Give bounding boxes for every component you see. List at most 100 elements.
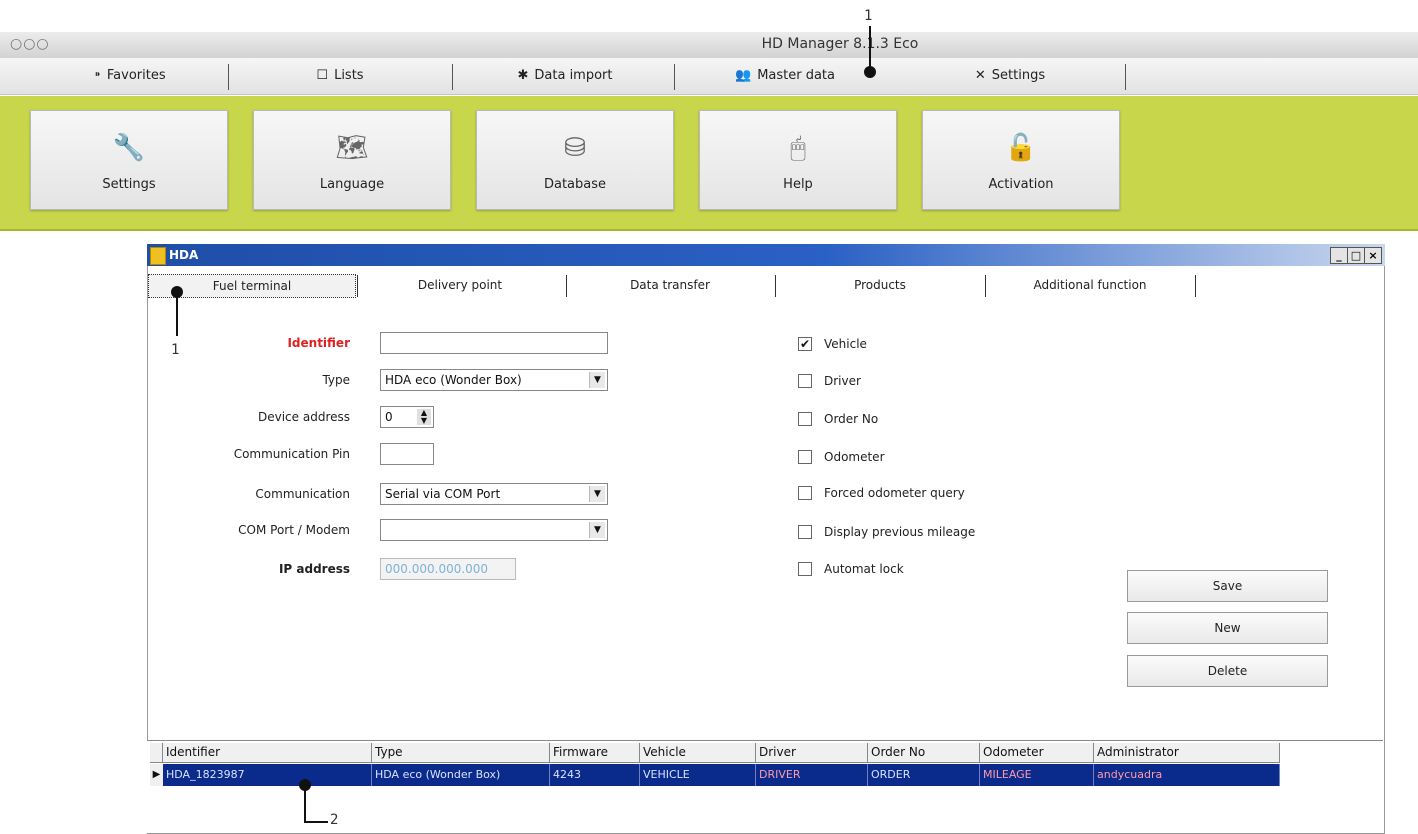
tab-divider xyxy=(566,275,567,297)
type-label: Type xyxy=(322,373,350,387)
forced-odometer-query-label: Forced odometer query xyxy=(824,486,965,500)
callout-number-row: 2 xyxy=(330,812,339,828)
nav-tab-label: Data import xyxy=(534,67,613,83)
odometer-checkbox[interactable] xyxy=(798,450,812,464)
display-previous-mileage-label: Display previous mileage xyxy=(824,525,976,539)
display-previous-mileage-checkbox[interactable] xyxy=(798,525,812,539)
com-port-label: COM Port / Modem xyxy=(238,523,350,537)
table-row-cell-vehicle[interactable]: VEHICLE xyxy=(640,764,756,786)
traffic-light-icons[interactable]: ○○○ xyxy=(10,36,50,52)
forced-odometer-query-checkbox[interactable] xyxy=(798,486,812,500)
column-header-type[interactable]: Type xyxy=(372,743,550,763)
table-row-cell-firmware[interactable]: 4243 xyxy=(550,764,640,786)
chevron-down-icon[interactable]: ▼ xyxy=(589,522,605,538)
hda-title-bar[interactable] xyxy=(147,244,1385,266)
communication-select-value: Serial via COM Port xyxy=(385,487,501,501)
communication-pin-input[interactable] xyxy=(380,443,434,465)
delete-button[interactable]: Delete xyxy=(1127,655,1328,687)
nav-tab-lists[interactable]: ☐ Lists xyxy=(270,62,410,88)
nav-tab-master-data[interactable]: 👥 Master data xyxy=(715,62,855,88)
driver-checkbox-label: Driver xyxy=(824,374,861,388)
ribbon-activation-button[interactable]: 🔓 Activation xyxy=(922,110,1120,210)
automat-lock-label: Automat lock xyxy=(824,562,904,576)
master-data-icon: 👥 xyxy=(735,67,752,83)
close-icon[interactable]: × xyxy=(1364,247,1382,264)
lists-icon: ☐ xyxy=(316,67,329,83)
spinner-arrows-icon[interactable]: ▲ ▼ xyxy=(417,409,431,425)
callout-dot xyxy=(864,66,876,78)
column-header-vehicle[interactable]: Vehicle xyxy=(640,743,756,763)
vehicle-checkbox-label: Vehicle xyxy=(824,337,867,351)
ribbon-help-button[interactable]: 🖱 Help xyxy=(699,110,897,210)
hda-window-title: HDA xyxy=(169,248,199,262)
nav-tab-label: Settings xyxy=(991,67,1046,83)
vehicle-checkbox[interactable]: ✔ xyxy=(798,337,812,351)
communication-label: Communication xyxy=(255,487,350,501)
table-row-cell-order-no[interactable]: ORDER xyxy=(868,764,980,786)
tab-divider xyxy=(357,275,358,297)
column-header-firmware[interactable]: Firmware xyxy=(550,743,640,763)
ribbon-button-label: Database xyxy=(543,177,607,192)
tab-divider xyxy=(985,275,986,297)
minimize-icon[interactable]: _ xyxy=(1330,247,1348,264)
nav-divider xyxy=(452,64,453,90)
callout-number-tab: 1 xyxy=(171,342,180,358)
com-port-select[interactable]: ▼ xyxy=(380,519,608,541)
wrench-icon: 🔧 xyxy=(112,133,146,163)
column-header-identifier[interactable]: Identifier xyxy=(163,743,372,763)
nav-tab-label: Favorites xyxy=(106,67,166,83)
ribbon-language-button[interactable]: 🗺 Language xyxy=(253,110,451,210)
table-row-cell-type[interactable]: HDA eco (Wonder Box) xyxy=(372,764,550,786)
callout-line xyxy=(304,821,328,823)
nav-tab-data-import[interactable]: ✱ Data import xyxy=(495,62,635,88)
ribbon-button-label: Activation xyxy=(988,177,1054,192)
favorites-icon: ⁍ xyxy=(94,67,101,83)
column-header-odometer[interactable]: Odometer xyxy=(980,743,1094,763)
column-header-administrator[interactable]: Administrator xyxy=(1094,743,1280,763)
driver-checkbox[interactable] xyxy=(798,374,812,388)
order-no-checkbox[interactable] xyxy=(798,412,812,426)
chevron-down-icon[interactable]: ▼ xyxy=(589,372,605,388)
tab-products[interactable]: Products xyxy=(780,274,980,296)
unlock-icon: 🔓 xyxy=(1004,133,1038,163)
callout-line xyxy=(869,26,871,70)
ribbon-database-button[interactable]: ⛁ Database xyxy=(476,110,674,210)
tab-additional-function[interactable]: Additional function xyxy=(990,274,1190,296)
identifier-input[interactable] xyxy=(380,332,608,354)
table-row-cell-administrator[interactable]: andycuadra xyxy=(1094,764,1280,786)
type-select[interactable]: HDA eco (Wonder Box) ▼ xyxy=(380,369,608,391)
nav-divider xyxy=(674,64,675,90)
communication-select[interactable]: Serial via COM Port ▼ xyxy=(380,483,608,505)
nav-tab-label: Lists xyxy=(334,67,364,83)
automat-lock-checkbox[interactable] xyxy=(798,562,812,576)
table-row-cell-identifier[interactable]: HDA_1823987 xyxy=(163,764,372,786)
tab-divider xyxy=(775,275,776,297)
grid-corner xyxy=(150,743,163,763)
ip-address-input[interactable]: 000.000.000.000 xyxy=(380,558,516,580)
type-select-value: HDA eco (Wonder Box) xyxy=(385,373,522,387)
new-button[interactable]: New xyxy=(1127,612,1328,644)
nav-tab-favorites[interactable]: ⁍ Favorites xyxy=(60,62,200,88)
settings-icon: ✕ xyxy=(974,67,986,83)
ribbon-button-label: Settings xyxy=(102,177,156,192)
column-header-order-no[interactable]: Order No xyxy=(868,743,980,763)
odometer-checkbox-label: Odometer xyxy=(824,450,885,464)
ribbon-settings-button[interactable]: 🔧 Settings xyxy=(30,110,228,210)
column-header-driver[interactable]: Driver xyxy=(756,743,868,763)
chevron-down-icon[interactable]: ▼ xyxy=(589,486,605,502)
maximize-icon[interactable]: □ xyxy=(1347,247,1365,264)
mouse-icon: 🖱 xyxy=(790,133,806,163)
nav-tab-label: Master data xyxy=(757,67,835,83)
tab-delivery-point[interactable]: Delivery point xyxy=(360,274,560,296)
table-row-cell-odometer[interactable]: MILEAGE xyxy=(980,764,1094,786)
tab-data-transfer[interactable]: Data transfer xyxy=(570,274,770,296)
nav-divider xyxy=(1125,64,1126,90)
nav-tab-settings[interactable]: ✕ Settings xyxy=(940,62,1080,88)
table-row-cell-driver[interactable]: DRIVER xyxy=(756,764,868,786)
window-title: HD Manager 8.1.3 Eco xyxy=(761,36,919,52)
device-address-stepper[interactable]: 0 ▲ ▼ xyxy=(380,406,434,428)
device-address-label: Device address xyxy=(258,410,350,424)
row-pointer-icon: ▶ xyxy=(150,764,164,786)
save-button[interactable]: Save xyxy=(1127,570,1328,602)
communication-pin-label: Communication Pin xyxy=(233,447,350,461)
